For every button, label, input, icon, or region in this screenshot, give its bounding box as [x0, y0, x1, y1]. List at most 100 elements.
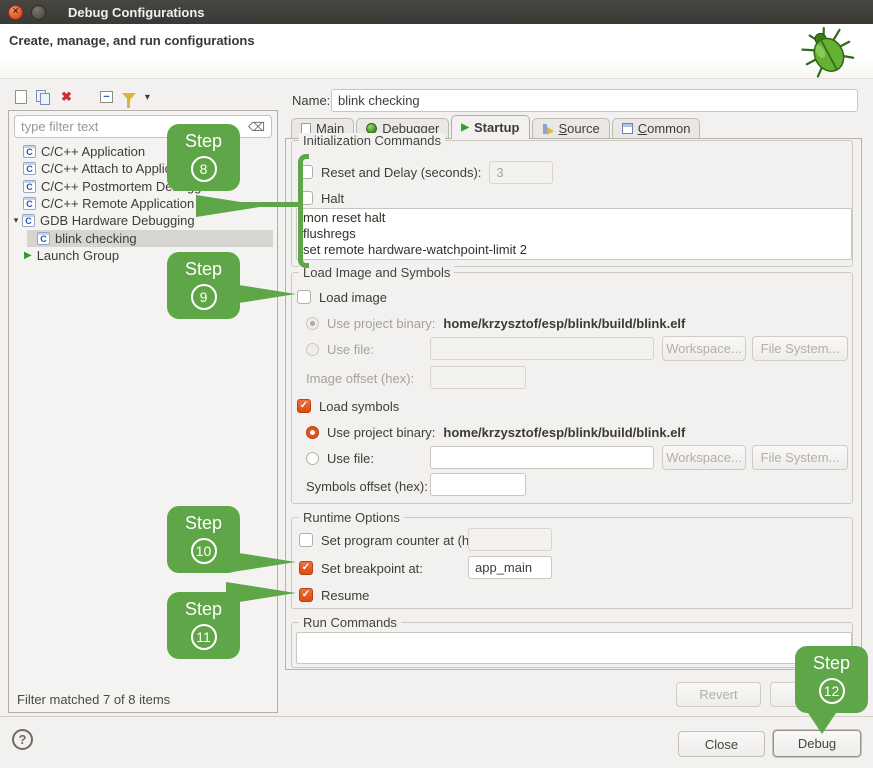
tab-source[interactable]: Source — [532, 118, 610, 138]
step-number: 8 — [191, 156, 217, 182]
step-number: 12 — [819, 678, 845, 704]
step-label: Step — [167, 259, 240, 279]
resume-label: Resume — [321, 588, 369, 603]
tab-label: Common — [638, 121, 691, 136]
c-application-icon: C — [23, 162, 36, 175]
debug-button[interactable]: Debug — [773, 730, 861, 757]
step-8-connector-line — [240, 202, 300, 207]
step-label: Step — [795, 653, 868, 673]
reset-delay-input[interactable] — [489, 161, 553, 184]
window-minimize-button[interactable] — [31, 5, 46, 20]
checkmark-icon: ✓ — [300, 401, 308, 411]
image-workspace-button[interactable]: Workspace... — [662, 336, 746, 361]
group-legend: Load Image and Symbols — [299, 265, 454, 280]
use-file-label: Use file: — [327, 451, 374, 466]
tab-label: Startup — [474, 120, 520, 135]
help-button[interactable]: ? — [12, 729, 33, 750]
symbols-filesystem-button[interactable]: File System... — [752, 445, 848, 470]
load-symbols-label: Load symbols — [319, 399, 399, 414]
set-program-counter-label: Set program counter at (hex): — [321, 533, 491, 548]
step-12-pointer — [806, 710, 838, 734]
symbols-offset-label: Symbols offset (hex): — [306, 479, 428, 494]
step-number: 9 — [191, 284, 217, 310]
group-legend: Initialization Commands — [299, 133, 445, 148]
load-image-label: Load image — [319, 290, 387, 305]
step-label: Step — [167, 131, 240, 151]
run-commands-textarea[interactable] — [296, 632, 852, 664]
tab-common[interactable]: Common — [612, 118, 701, 138]
source-tab-icon — [542, 123, 554, 135]
window-close-button[interactable]: × — [8, 5, 23, 20]
reset-and-delay-label: Reset and Delay (seconds): — [321, 165, 481, 180]
tree-item-label: C/C++ Application — [41, 144, 145, 159]
close-button[interactable]: Close — [678, 731, 765, 757]
set-breakpoint-label: Set breakpoint at: — [321, 561, 423, 576]
title-bar: × Debug Configurations — [0, 0, 873, 24]
image-filesystem-button[interactable]: File System... — [752, 336, 848, 361]
breakpoint-input[interactable] — [468, 556, 552, 579]
c-application-icon: C — [23, 180, 36, 193]
tree-item-label: GDB Hardware Debugging — [40, 213, 195, 228]
tab-label: Source — [559, 121, 600, 136]
set-program-counter-checkbox[interactable] — [299, 533, 313, 547]
use-project-binary-label: Use project binary: — [327, 425, 435, 440]
image-use-file-radio[interactable] — [306, 343, 319, 356]
launch-group-icon: ▶ — [24, 250, 32, 261]
tree-item-label: blink checking — [55, 231, 137, 246]
step-11-badge: Step 11 — [167, 592, 240, 659]
tree-item-blink-checking-selected[interactable]: C blink checking — [10, 230, 276, 247]
image-use-project-binary-radio[interactable] — [306, 317, 319, 330]
clear-filter-icon[interactable]: ⌫ — [248, 120, 265, 134]
symbols-file-input[interactable] — [430, 446, 654, 469]
step-number: 11 — [191, 624, 217, 650]
c-application-icon: C — [37, 232, 50, 245]
filter-icon[interactable] — [122, 93, 136, 101]
c-application-icon: C — [22, 214, 35, 227]
symbols-use-file-radio[interactable] — [306, 452, 319, 465]
delete-configuration-icon[interactable]: ✖ — [61, 89, 72, 105]
window-title: Debug Configurations — [68, 5, 205, 20]
load-symbols-checkbox[interactable]: ✓ — [297, 399, 311, 413]
bug-icon — [797, 26, 859, 78]
revert-button[interactable]: Revert — [676, 682, 761, 707]
set-breakpoint-checkbox[interactable]: ✓ — [299, 561, 313, 575]
image-offset-label: Image offset (hex): — [306, 371, 414, 386]
configurations-toolbar: ✖ − ▾ — [8, 86, 150, 108]
step-8-bracket — [298, 154, 309, 268]
tab-startup[interactable]: ▶ Startup — [451, 115, 529, 139]
header-title: Create, manage, and run configurations — [9, 33, 255, 48]
checkmark-icon: ✓ — [302, 590, 310, 600]
group-legend: Run Commands — [299, 615, 401, 630]
debug-configurations-dialog: × Debug Configurations Create, manage, a… — [0, 0, 873, 768]
help-icon: ? — [19, 732, 27, 747]
use-file-label: Use file: — [327, 342, 374, 357]
close-icon: × — [13, 7, 19, 17]
symbols-use-project-binary-radio[interactable] — [306, 426, 319, 439]
step-label: Step — [167, 513, 240, 533]
project-binary-path: home/krzysztof/esp/blink/build/blink.elf — [443, 316, 685, 331]
expander-icon[interactable]: ▾ — [10, 215, 22, 226]
step-8-badge: Step 8 — [167, 124, 240, 191]
collapse-all-icon[interactable]: − — [100, 91, 113, 103]
c-application-icon: C — [23, 145, 36, 158]
symbols-workspace-button[interactable]: Workspace... — [662, 445, 746, 470]
step-12-badge: Step 12 — [795, 646, 868, 713]
checkmark-icon: ✓ — [302, 563, 310, 573]
name-input[interactable] — [331, 89, 858, 112]
halt-label: Halt — [321, 191, 344, 206]
filter-menu-caret-icon[interactable]: ▾ — [145, 92, 150, 103]
tree-item-label: C/C++ Remote Application — [41, 196, 194, 211]
duplicate-configuration-icon[interactable] — [36, 90, 52, 105]
load-image-checkbox[interactable] — [297, 290, 311, 304]
image-offset-input[interactable] — [430, 366, 526, 389]
program-counter-input[interactable] — [468, 528, 552, 551]
filter-status-text: Filter matched 7 of 8 items — [17, 692, 170, 707]
tree-item-label: Launch Group — [37, 248, 119, 263]
image-file-input[interactable] — [430, 337, 654, 360]
resume-checkbox[interactable]: ✓ — [299, 588, 313, 602]
step-number: 10 — [191, 538, 217, 564]
new-configuration-icon[interactable] — [15, 90, 27, 104]
c-application-icon: C — [23, 197, 36, 210]
init-commands-textarea[interactable]: mon reset halt flushregs set remote hard… — [296, 208, 852, 260]
symbols-offset-input[interactable] — [430, 473, 526, 496]
